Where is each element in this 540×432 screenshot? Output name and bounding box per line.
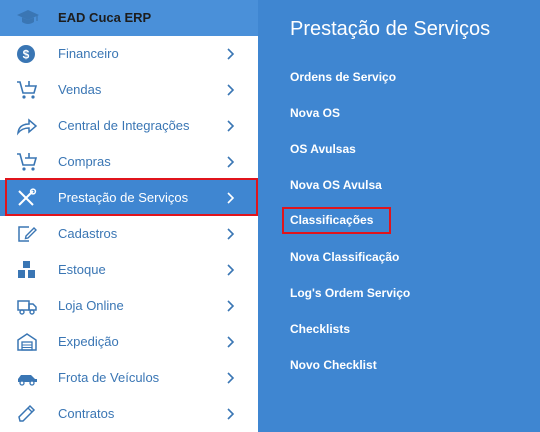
share-arrow-icon <box>16 116 40 136</box>
chevron-right-icon <box>224 334 238 350</box>
menu-item-expedicao[interactable]: Expedição <box>0 324 258 360</box>
tools-icon <box>16 188 40 208</box>
brand-title: EAD Cuca ERP <box>58 10 152 25</box>
menu-item-loja-online[interactable]: Loja Online <box>0 288 258 324</box>
menu-label: Financeiro <box>58 46 119 61</box>
submenu-item-novo-checklist[interactable]: Novo Checklist <box>290 358 377 372</box>
panel-title: Prestação de Serviços <box>290 18 491 40</box>
dollar-circle-icon: $ <box>16 44 40 64</box>
chevron-right-icon <box>224 226 238 242</box>
sidebar: EAD Cuca ERP $ Financeiro Vendas Central… <box>0 0 258 432</box>
submenu-item-nova-classificacao[interactable]: Nova Classificação <box>290 250 399 264</box>
chevron-right-icon <box>224 46 238 62</box>
submenu-item-ordens-servico[interactable]: Ordens de Serviço <box>290 70 396 84</box>
menu-item-frota-veiculos[interactable]: Frota de Veículos <box>0 360 258 396</box>
menu-label: Loja Online <box>58 298 124 313</box>
edit-icon <box>16 224 40 244</box>
chevron-right-icon <box>224 370 238 386</box>
submenu-item-nova-os-avulsa[interactable]: Nova OS Avulsa <box>290 178 382 192</box>
menu-item-prestacao-servicos[interactable]: Prestação de Serviços <box>0 180 258 216</box>
warehouse-icon <box>16 332 40 352</box>
chevron-right-icon <box>224 118 238 134</box>
menu-label: Compras <box>58 154 111 169</box>
chevron-right-icon <box>224 406 238 422</box>
brand-header[interactable]: EAD Cuca ERP <box>0 0 258 36</box>
cart-icon <box>16 152 40 172</box>
chevron-right-icon <box>224 190 238 206</box>
menu-label: Prestação de Serviços <box>58 190 189 205</box>
menu-label: Expedição <box>58 334 119 349</box>
submenu-item-classificacoes[interactable]: Classificações <box>290 213 373 227</box>
svg-text:$: $ <box>23 48 30 62</box>
chevron-right-icon <box>224 298 238 314</box>
submenu-item-log-ordem-servico[interactable]: Log's Ordem Serviço <box>290 286 410 300</box>
menu-item-financeiro[interactable]: $ Financeiro <box>0 36 258 72</box>
chevron-right-icon <box>224 82 238 98</box>
pen-icon <box>16 404 40 424</box>
chevron-right-icon <box>224 154 238 170</box>
menu-label: Contratos <box>58 406 115 421</box>
submenu-item-checklists[interactable]: Checklists <box>290 322 350 336</box>
truck-icon <box>16 296 40 316</box>
graduation-cap-icon <box>16 9 40 32</box>
menu-label: Central de Integrações <box>58 118 190 133</box>
chevron-right-icon <box>224 262 238 278</box>
submenu-panel: Prestação de Serviços Ordens de Serviço … <box>258 0 540 432</box>
menu-item-vendas[interactable]: Vendas <box>0 72 258 108</box>
cart-icon <box>16 80 40 100</box>
menu-item-central-integracoes[interactable]: Central de Integrações <box>0 108 258 144</box>
menu-item-compras[interactable]: Compras <box>0 144 258 180</box>
submenu-item-os-avulsas[interactable]: OS Avulsas <box>290 142 356 156</box>
menu-label: Estoque <box>58 262 106 277</box>
boxes-icon <box>16 260 40 280</box>
menu-label: Vendas <box>58 82 102 97</box>
car-icon <box>16 368 40 388</box>
menu-label: Cadastros <box>58 226 118 241</box>
submenu-item-nova-os[interactable]: Nova OS <box>290 106 340 120</box>
menu-label: Frota de Veículos <box>58 370 160 385</box>
menu-item-cadastros[interactable]: Cadastros <box>0 216 258 252</box>
menu-item-estoque[interactable]: Estoque <box>0 252 258 288</box>
menu-item-contratos[interactable]: Contratos <box>0 396 258 432</box>
